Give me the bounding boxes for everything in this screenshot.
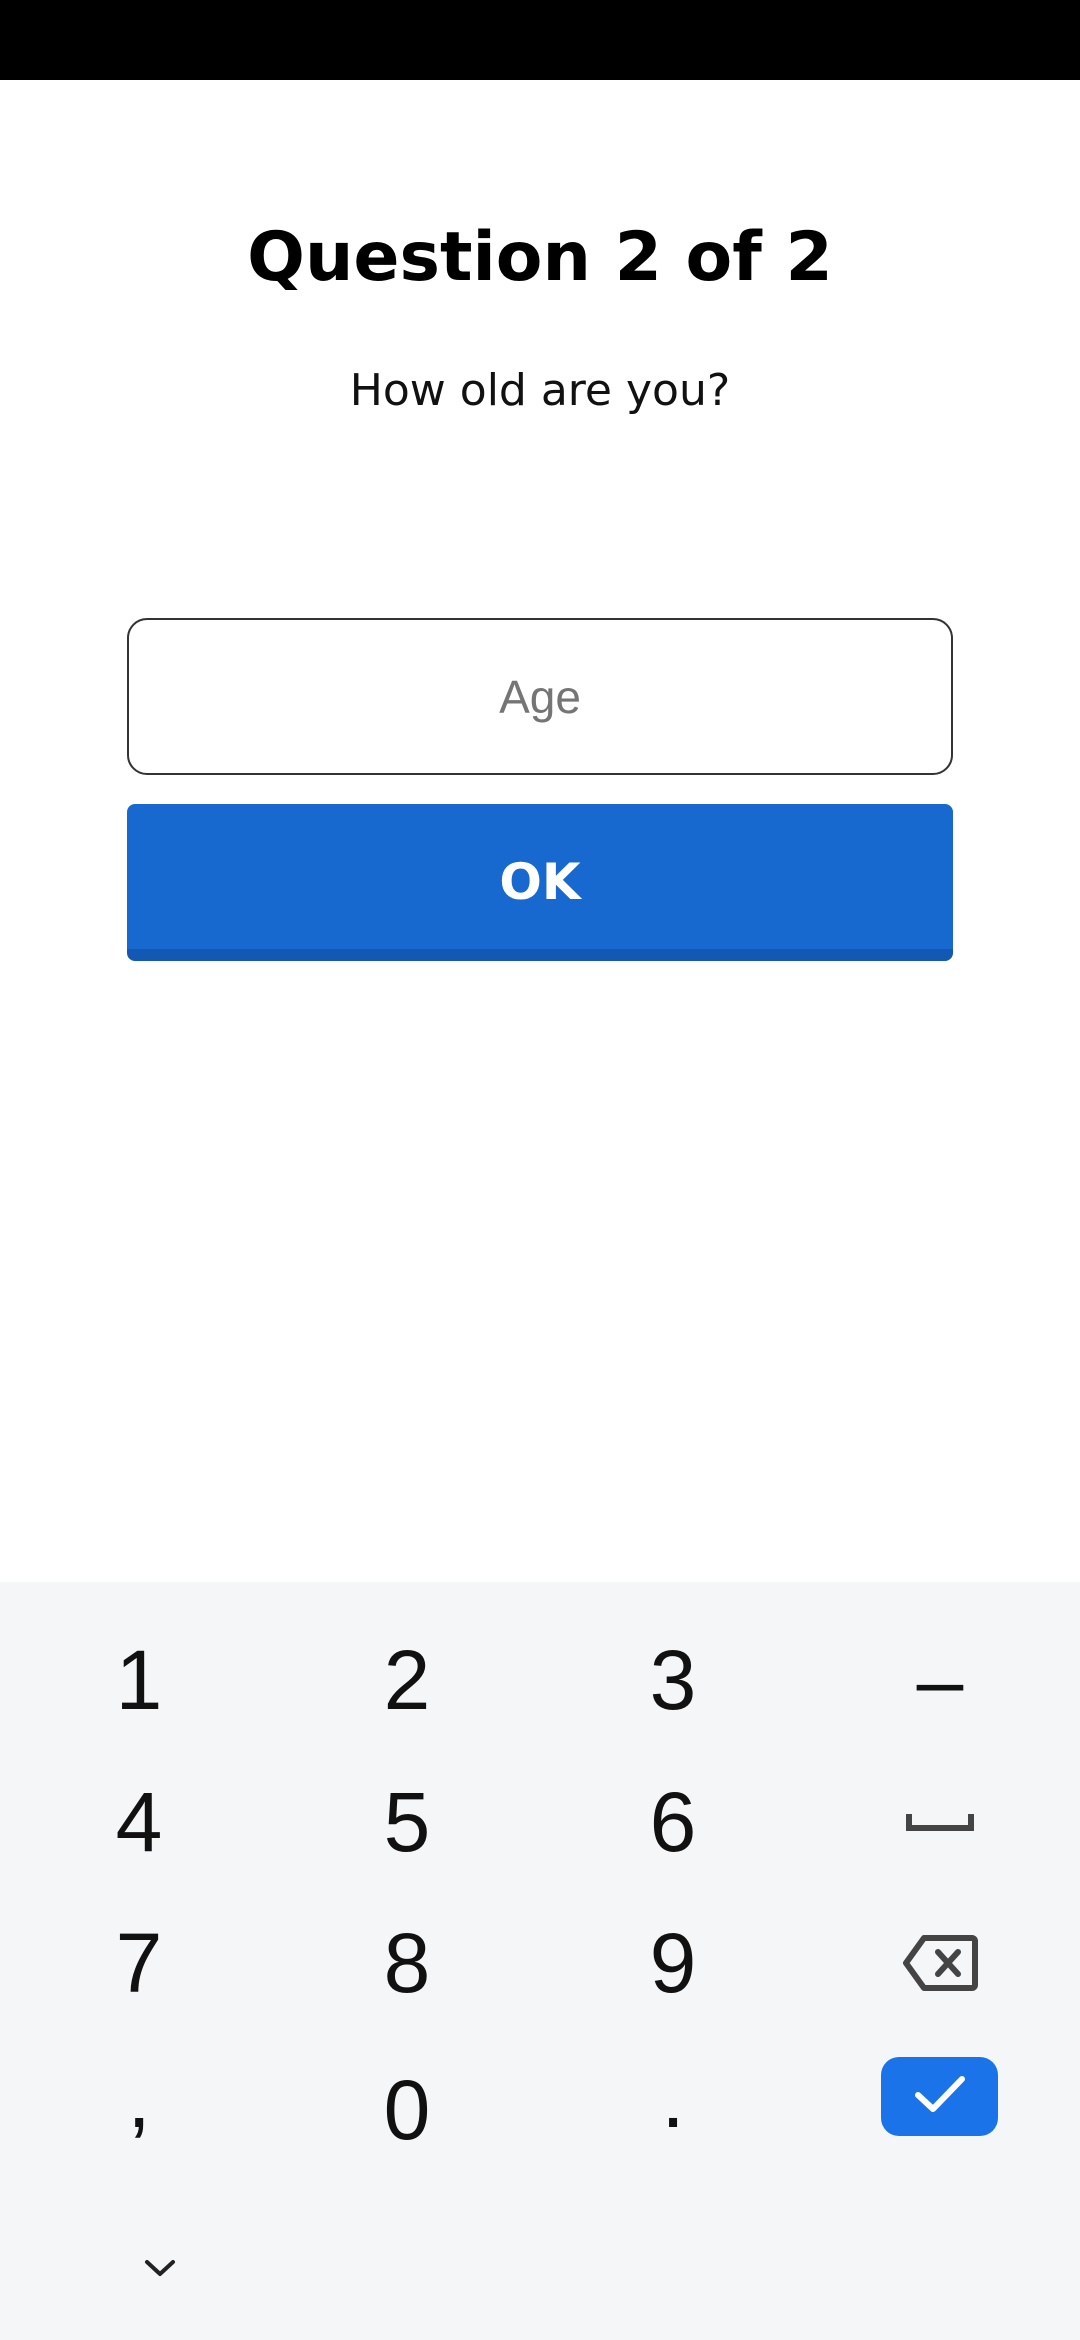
key-0[interactable]: 0 (307, 2050, 507, 2170)
key-6[interactable]: 6 (573, 1762, 773, 1882)
key-2[interactable]: 2 (307, 1620, 507, 1740)
key-label: 9 (649, 1915, 697, 2010)
page-title: Question 2 of 2 (247, 218, 833, 297)
key-space[interactable] (840, 1762, 1040, 1882)
key-label: 5 (383, 1774, 431, 1869)
key-1[interactable]: 1 (39, 1620, 239, 1740)
key-label: . (661, 2051, 685, 2145)
checkmark-icon (913, 2074, 967, 2119)
key-label: 2 (383, 1632, 431, 1727)
key-comma[interactable]: , (39, 2050, 239, 2170)
keyboard-collapse-button[interactable] (120, 2240, 200, 2300)
key-label: 6 (649, 1774, 697, 1869)
backspace-icon (902, 1934, 978, 1992)
key-5[interactable]: 5 (307, 1762, 507, 1882)
key-label: , (127, 2051, 151, 2145)
key-label: 1 (115, 1632, 163, 1727)
ok-button-label: OK (499, 852, 581, 911)
key-3[interactable]: 3 (573, 1620, 773, 1740)
ok-button[interactable]: OK (127, 804, 953, 961)
chevron-down-icon (143, 2258, 177, 2283)
key-7[interactable]: 7 (39, 1903, 239, 2023)
key-8[interactable]: 8 (307, 1903, 507, 2023)
key-minus[interactable]: – (840, 1620, 1040, 1740)
key-label: – (916, 1632, 964, 1727)
key-label: 8 (383, 1915, 431, 2010)
question-text: How old are you? (349, 365, 731, 416)
key-label: 3 (649, 1632, 697, 1727)
key-9[interactable]: 9 (573, 1903, 773, 2023)
status-bar (0, 0, 1080, 80)
age-input[interactable] (127, 618, 953, 775)
enter-key[interactable] (881, 2057, 998, 2136)
key-label: 7 (115, 1915, 163, 2010)
space-icon (905, 1810, 975, 1834)
key-label: 0 (383, 2062, 431, 2157)
key-4[interactable]: 4 (39, 1762, 239, 1882)
key-period[interactable]: . (573, 2050, 773, 2170)
key-backspace[interactable] (840, 1903, 1040, 2023)
key-label: 4 (115, 1774, 163, 1869)
